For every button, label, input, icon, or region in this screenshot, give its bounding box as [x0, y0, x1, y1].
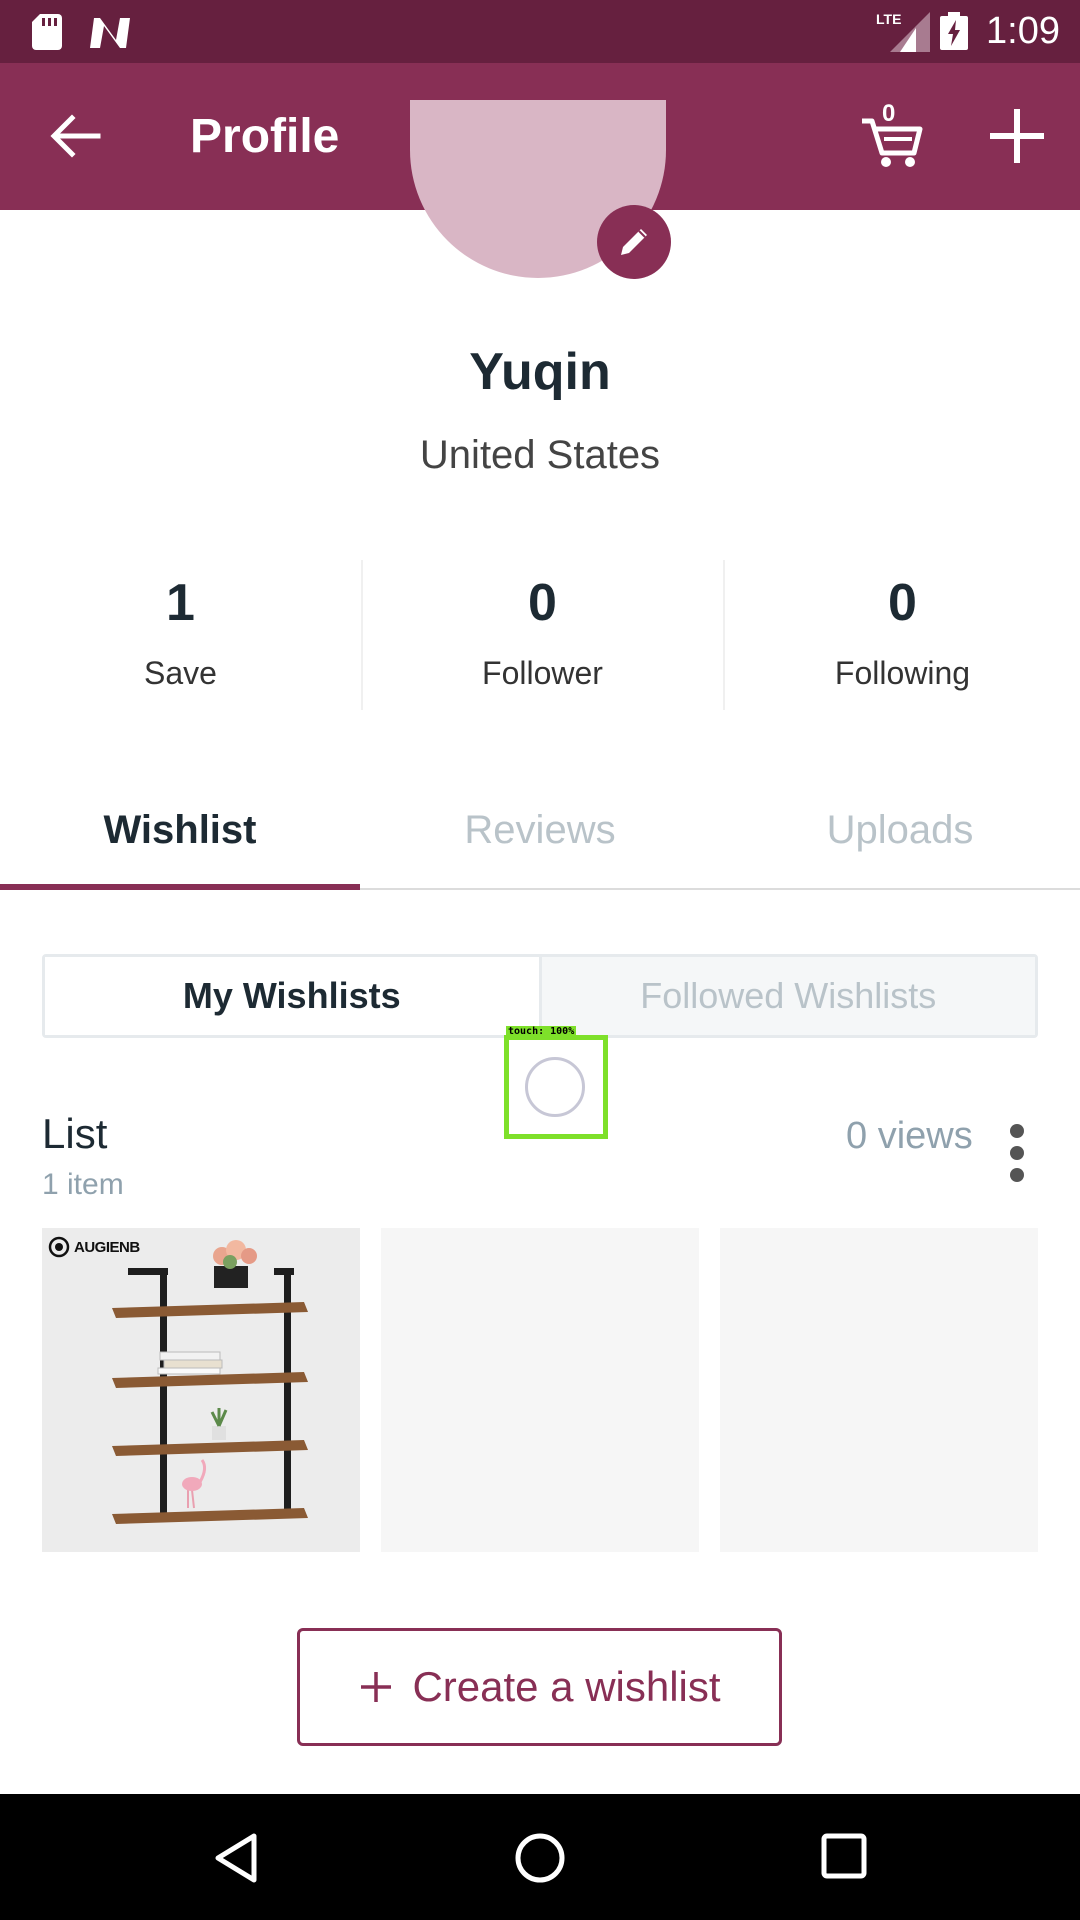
back-arrow-icon[interactable] — [42, 103, 108, 169]
lte-signal-icon: LTE — [876, 11, 930, 52]
tab-reviews[interactable]: Reviews — [360, 790, 720, 890]
wishlist-thumbnail-product[interactable]: AUGIENB — [42, 1228, 360, 1552]
nav-back-icon[interactable] — [212, 1832, 260, 1884]
tab-indicator — [0, 884, 360, 890]
edit-profile-button[interactable] — [597, 205, 671, 279]
stat-save[interactable]: 1 Save — [0, 560, 361, 700]
wishlist-thumbnail-empty[interactable] — [381, 1228, 699, 1552]
page-title: Profile — [190, 110, 340, 163]
list-item-count: 1 item — [42, 1168, 124, 1201]
profile-country: United States — [419, 433, 661, 477]
nav-home-icon[interactable] — [514, 1832, 566, 1884]
stat-value: 0 — [888, 574, 917, 632]
stat-label: Save — [144, 655, 217, 691]
clock: 1:09 — [986, 10, 1060, 52]
cart-count-badge: 0 — [882, 100, 896, 127]
list-views: 0 views — [846, 1115, 973, 1157]
stat-value: 0 — [528, 574, 557, 632]
n-logo-icon — [90, 18, 130, 48]
create-wishlist-button[interactable]: Create a wishlist — [297, 1628, 782, 1746]
touch-ring — [525, 1057, 585, 1117]
stat-following[interactable]: 0 Following — [722, 560, 1080, 700]
stat-follower[interactable]: 0 Follower — [362, 560, 723, 700]
profile-tabs: Wishlist Reviews Uploads — [0, 790, 1080, 890]
wishlist-thumbnail-empty[interactable] — [720, 1228, 1038, 1552]
list-title[interactable]: List — [42, 1108, 107, 1160]
sd-card-icon — [32, 14, 62, 50]
status-bar: LTE 1:09 — [0, 0, 1080, 63]
pencil-icon — [621, 229, 647, 255]
create-wishlist-label: Create a wishlist — [412, 1663, 721, 1710]
more-vert-icon[interactable] — [1000, 1124, 1036, 1182]
plus-icon — [361, 1672, 392, 1702]
segment-my-wishlists[interactable]: My Wishlists — [45, 957, 542, 1035]
plus-icon[interactable] — [986, 105, 1048, 167]
tab-uploads[interactable]: Uploads — [720, 790, 1080, 890]
stat-label: Follower — [482, 655, 603, 691]
stat-value: 1 — [166, 574, 195, 632]
network-label: LTE — [876, 11, 901, 27]
segment-followed-wishlists[interactable]: Followed Wishlists — [541, 957, 1035, 1035]
system-nav-bar — [0, 1794, 1080, 1920]
nav-recents-icon[interactable] — [820, 1832, 868, 1880]
shelf-product-image — [112, 1240, 308, 1524]
battery-charging-icon — [940, 12, 968, 50]
tab-wishlist[interactable]: Wishlist — [0, 790, 360, 890]
stat-label: Following — [834, 655, 971, 691]
profile-stats: 1 Save 0 Follower 0 Following — [0, 560, 1080, 710]
profile-name: Yuqin — [469, 343, 611, 401]
